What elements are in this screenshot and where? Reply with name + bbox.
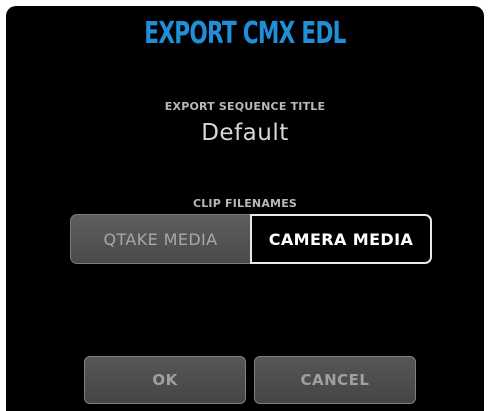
cancel-button[interactable]: CANCEL [254, 356, 416, 404]
clip-filenames-toggle: QTAKE MEDIA CAMERA MEDIA [70, 214, 432, 264]
sequence-title-label: EXPORT SEQUENCE TITLE [164, 100, 326, 113]
sequence-title-field[interactable]: Default [6, 120, 484, 146]
export-edl-dialog: EXPORT CMX EDL EXPORT SEQUENCE TITLE Def… [6, 6, 484, 411]
dialog-title: EXPORT CMX EDL [144, 16, 346, 51]
clip-filenames-label: CLIP FILENAMES [192, 197, 298, 210]
ok-button[interactable]: OK [84, 356, 246, 404]
qtake-media-button[interactable]: QTAKE MEDIA [70, 214, 250, 264]
camera-media-button[interactable]: CAMERA MEDIA [250, 214, 432, 264]
